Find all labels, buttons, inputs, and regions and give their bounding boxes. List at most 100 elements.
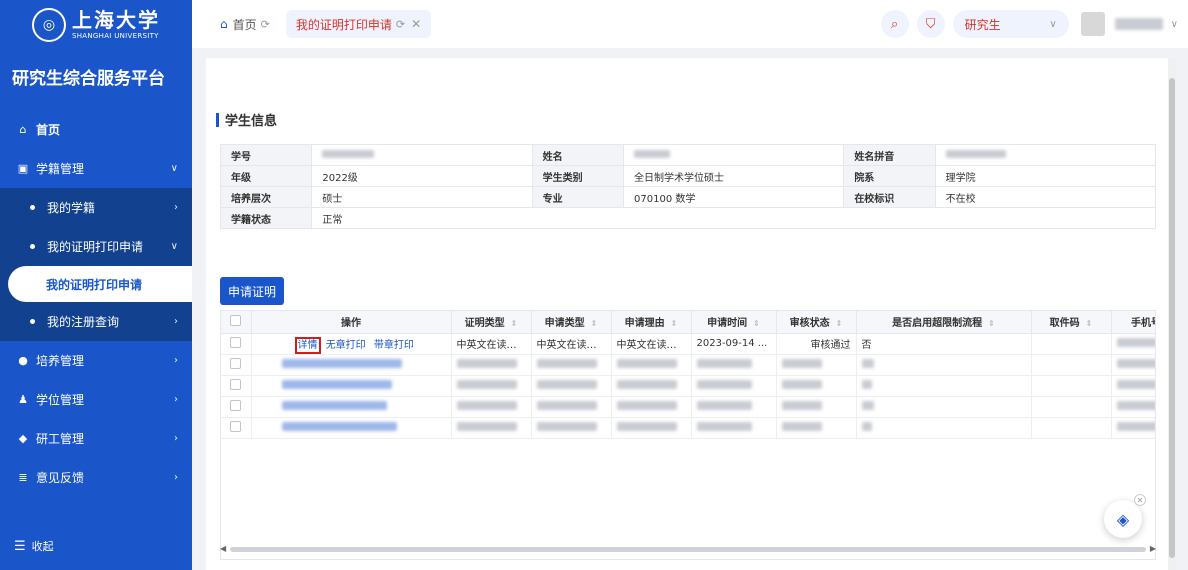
table-row[interactable] bbox=[221, 375, 1155, 397]
sidebar-item-student-status[interactable]: ▣ 学籍管理 ∨ bbox=[0, 149, 192, 188]
row-select-cell[interactable] bbox=[221, 354, 252, 376]
print-no-seal-link[interactable]: 无章打印 bbox=[326, 340, 366, 351]
info-label: 学籍状态 bbox=[219, 207, 313, 229]
column-header-review-status[interactable]: 审核状态 ⇕ bbox=[776, 311, 857, 334]
apply-certificate-button[interactable]: 申请证明 bbox=[220, 277, 284, 305]
bullet-icon bbox=[30, 319, 35, 324]
sidebar-item-label: 我的学籍 bbox=[47, 201, 96, 215]
redacted-cell bbox=[1111, 396, 1155, 418]
sidebar-item-home[interactable]: ⌂ 首页 bbox=[0, 110, 192, 149]
row-checkbox[interactable] bbox=[230, 357, 242, 369]
row-select-cell[interactable] bbox=[221, 375, 252, 397]
sort-icon[interactable]: ⇕ bbox=[836, 319, 843, 328]
tab-home[interactable]: ⌂ 首页 ⟳ bbox=[192, 10, 280, 38]
user-menu[interactable]: ∨ bbox=[1080, 12, 1178, 36]
info-label: 姓名拼音 bbox=[843, 144, 936, 166]
row-select-cell[interactable] bbox=[221, 333, 252, 355]
row-checkbox[interactable] bbox=[230, 420, 242, 432]
sidebar-item-label: 培养管理 bbox=[36, 354, 85, 368]
redacted-cell bbox=[1031, 354, 1112, 376]
redacted-cell bbox=[1031, 417, 1112, 439]
sidebar-item-registration[interactable]: 我的注册查询 › bbox=[0, 302, 192, 341]
collapse-label: 收起 bbox=[31, 540, 54, 553]
redacted-cell bbox=[531, 354, 612, 376]
column-header-reason[interactable]: 申请理由 ⇕ bbox=[611, 311, 692, 334]
tab-cert-print[interactable]: 我的证明打印申请 ⟳ ✕ bbox=[285, 10, 432, 38]
table-row[interactable]: 详情 无章打印 带章打印 中英文在读证... 中英文在读证... 中英文在读证.… bbox=[221, 333, 1155, 355]
redacted-cell bbox=[776, 354, 857, 376]
layers-float-button[interactable]: ◈ bbox=[1104, 500, 1142, 538]
id-card-icon: ▣ bbox=[17, 162, 29, 175]
redacted-cell bbox=[611, 396, 692, 418]
select-all-cell[interactable] bbox=[221, 311, 252, 334]
select-all-checkbox[interactable] bbox=[230, 314, 242, 326]
collapse-button[interactable]: ☰ 收起 bbox=[14, 538, 54, 554]
university-seal-icon: ◎ bbox=[32, 8, 66, 42]
sort-icon[interactable]: ⇕ bbox=[988, 319, 995, 328]
redacted-cell bbox=[1111, 354, 1155, 376]
student-info-table: 学号 姓名 姓名拼音 年级 2022级 学生类别 全日制学术学位硕士 院系 理学… bbox=[219, 144, 1157, 229]
column-header-cert-type[interactable]: 证明类型 ⇕ bbox=[451, 311, 532, 334]
layers-icon: ◈ bbox=[1116, 509, 1130, 529]
sort-icon[interactable]: ⇕ bbox=[671, 319, 678, 328]
float-close-button[interactable]: ✕ bbox=[1134, 494, 1146, 506]
scrollbar-thumb[interactable] bbox=[1169, 78, 1175, 558]
title-accent-bar bbox=[216, 112, 219, 127]
over-limit-cell: 否 bbox=[856, 333, 1032, 355]
chevron-down-icon: ∨ bbox=[170, 241, 178, 252]
column-header-apply-time[interactable]: 申请时间 ⇕ bbox=[691, 311, 777, 334]
sort-icon[interactable]: ⇕ bbox=[753, 319, 760, 328]
column-header-apply-type[interactable]: 申请类型 ⇕ bbox=[531, 311, 612, 334]
group-icon: ♟ bbox=[18, 393, 28, 406]
sort-icon[interactable]: ⇕ bbox=[591, 319, 598, 328]
row-checkbox[interactable] bbox=[230, 378, 242, 390]
column-header-over-limit[interactable]: 是否启用超限制流程 ⇕ bbox=[856, 311, 1032, 334]
refresh-icon[interactable]: ⟳ bbox=[396, 18, 405, 31]
redacted-cell bbox=[451, 417, 532, 439]
sidebar-item-cert-print-active[interactable]: 我的证明打印申请 bbox=[8, 266, 192, 302]
theme-button[interactable]: ⛉ bbox=[916, 10, 945, 38]
refresh-icon[interactable]: ⟳ bbox=[261, 18, 270, 31]
info-label: 学号 bbox=[219, 144, 313, 166]
column-header-action: 操作 bbox=[251, 311, 452, 334]
apply-time-cell: 2023-09-14 ... bbox=[691, 333, 777, 355]
sidebar-item-degree[interactable]: ♟ 学位管理 › bbox=[0, 380, 192, 419]
university-logo[interactable]: ◎ 上海大学 SHANGHAI UNIVERSITY bbox=[0, 0, 192, 50]
close-icon[interactable]: ✕ bbox=[411, 17, 421, 31]
row-checkbox[interactable] bbox=[230, 336, 242, 348]
table-row[interactable] bbox=[221, 354, 1155, 376]
sort-icon[interactable]: ⇕ bbox=[1086, 319, 1093, 328]
horizontal-scrollbar[interactable]: ◀ ▶ bbox=[220, 544, 1156, 554]
tab-label: 我的证明打印申请 bbox=[295, 17, 392, 32]
sidebar-item-my-status[interactable]: 我的学籍 › bbox=[0, 188, 192, 227]
info-value: 不在校 bbox=[934, 186, 1157, 208]
sidebar-item-training[interactable]: ● 培养管理 › bbox=[0, 341, 192, 380]
search-button[interactable]: ⌕ bbox=[880, 10, 909, 38]
scroll-left-icon[interactable]: ◀ bbox=[220, 544, 226, 553]
detail-link[interactable]: 详情 bbox=[294, 337, 321, 353]
sidebar-item-cert-print[interactable]: 我的证明打印申请 ∨ bbox=[0, 227, 192, 266]
table-row[interactable] bbox=[221, 396, 1155, 418]
info-label: 年级 bbox=[219, 165, 313, 187]
row-checkbox[interactable] bbox=[230, 399, 242, 411]
home-icon: ⌂ bbox=[19, 123, 27, 136]
table-row[interactable] bbox=[221, 417, 1155, 439]
column-header-phone: 手机号 bbox=[1111, 311, 1155, 334]
vertical-scrollbar[interactable] bbox=[1168, 58, 1176, 570]
print-seal-link[interactable]: 带章打印 bbox=[374, 340, 414, 351]
section-title: 学生信息 bbox=[216, 110, 277, 129]
row-select-cell[interactable] bbox=[221, 396, 252, 418]
scrollbar-thumb[interactable] bbox=[230, 547, 1146, 552]
sort-icon[interactable]: ⇕ bbox=[511, 319, 518, 328]
role-select[interactable]: 研究生 ∨ bbox=[952, 10, 1069, 38]
sidebar-item-research[interactable]: ◆ 研工管理 › bbox=[0, 419, 192, 458]
sidebar-item-label: 意见反馈 bbox=[36, 471, 85, 485]
redacted-cell bbox=[1031, 375, 1112, 397]
applications-table: 操作 证明类型 ⇕ 申请类型 ⇕ 申请理由 ⇕ 申请时间 ⇕ 审核状态 ⇕ 是否启用超限制… bbox=[220, 310, 1156, 560]
row-select-cell[interactable] bbox=[221, 417, 252, 439]
scroll-right-icon[interactable]: ▶ bbox=[1150, 544, 1156, 553]
sidebar-item-feedback[interactable]: ≣ 意见反馈 › bbox=[0, 458, 192, 497]
chevron-down-icon: ∨ bbox=[1049, 18, 1057, 30]
column-header-pickup-code[interactable]: 取件码 ⇕ bbox=[1031, 311, 1112, 334]
info-label: 姓名 bbox=[531, 144, 625, 166]
